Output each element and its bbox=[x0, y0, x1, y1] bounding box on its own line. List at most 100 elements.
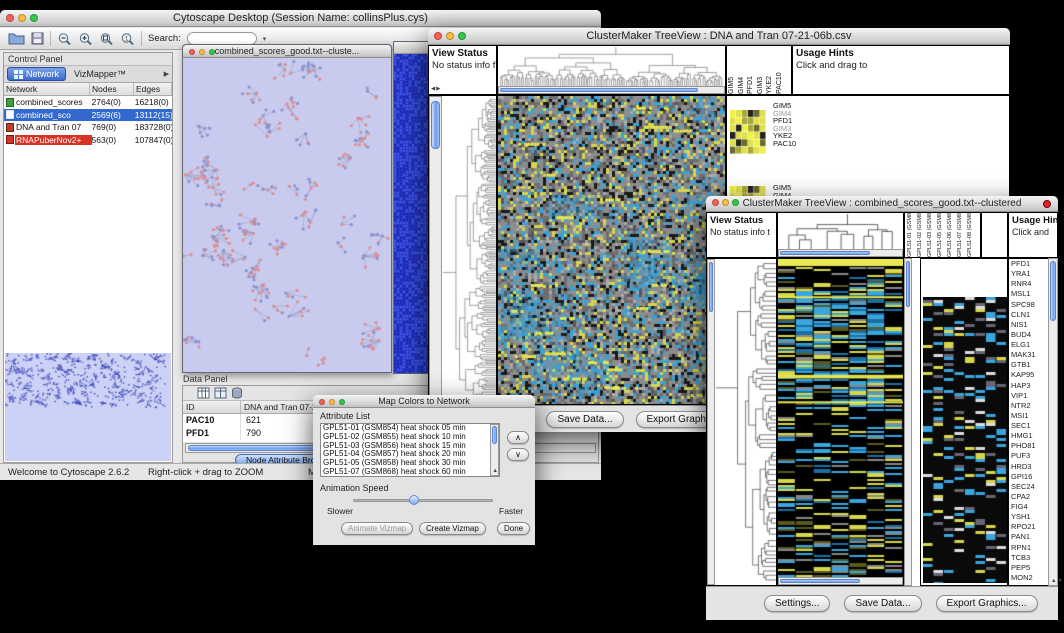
gene-label[interactable]: NIS1 bbox=[1011, 321, 1048, 331]
network-list-row[interactable]: combined_sco 2569(6) 13112(15) bbox=[4, 109, 172, 122]
close-button[interactable] bbox=[319, 399, 325, 405]
attribute-item[interactable]: GPL51-07 (GSM868) heat shock 60 min bbox=[321, 468, 499, 477]
treeview-button[interactable]: Export Graphics... bbox=[936, 595, 1038, 612]
col-id[interactable]: ID bbox=[183, 401, 241, 413]
zoom-button[interactable] bbox=[732, 199, 739, 206]
gene-label[interactable]: PFD1 bbox=[1011, 260, 1048, 270]
gene-labels-vscrollbar[interactable]: ▲▼ bbox=[1048, 258, 1058, 586]
gene-label[interactable]: HRD3 bbox=[1011, 463, 1048, 473]
heatmap-hscrollbar[interactable] bbox=[778, 577, 903, 585]
scrollbar-thumb[interactable] bbox=[780, 579, 860, 583]
scrollbar-thumb[interactable] bbox=[906, 261, 910, 307]
close-button[interactable] bbox=[712, 199, 719, 206]
scroll-arrows[interactable]: ▲▼ bbox=[1051, 578, 1064, 584]
gene-label[interactable]: CLN1 bbox=[1011, 311, 1048, 321]
minimize-button[interactable] bbox=[722, 199, 729, 206]
move-up-button[interactable]: ∧ bbox=[507, 431, 529, 444]
gene-label[interactable]: PAN1 bbox=[1011, 533, 1048, 543]
dialog-title-bar[interactable]: Map Colors to Network bbox=[313, 395, 535, 408]
gene-label[interactable]: FIG4 bbox=[1011, 503, 1048, 513]
database-icon[interactable] bbox=[231, 387, 243, 399]
gene-label[interactable]: MAK31 bbox=[1011, 351, 1048, 361]
panel-menu-arrow-icon[interactable]: ▶ bbox=[164, 70, 169, 78]
save-icon[interactable] bbox=[31, 32, 44, 45]
create-vizmap-button[interactable]: Create Vizmap bbox=[419, 522, 486, 535]
done-button[interactable]: Done bbox=[497, 522, 530, 535]
row-dendrogram-vscrollbar[interactable]: ▲▼ bbox=[429, 96, 442, 404]
minimize-button[interactable] bbox=[446, 32, 454, 40]
network-list-row[interactable]: RNAPuberNov2+ 563(0) 107847(0) bbox=[4, 134, 172, 147]
edge-table-icon[interactable] bbox=[214, 387, 227, 399]
scrollbar-thumb[interactable] bbox=[431, 101, 440, 149]
scrollbar-thumb[interactable] bbox=[500, 88, 698, 92]
zoom-selected-icon[interactable]: 1 bbox=[120, 32, 135, 46]
zoom-in-icon[interactable] bbox=[78, 32, 93, 46]
zoom-out-icon[interactable] bbox=[57, 32, 72, 46]
column-dendrogram-canvas[interactable] bbox=[498, 46, 725, 86]
open-file-icon[interactable] bbox=[8, 32, 25, 45]
network-list-row[interactable]: DNA and Tran 07 769(0) 183728(0) bbox=[4, 121, 172, 134]
gene-label[interactable]: VIP1 bbox=[1011, 392, 1048, 402]
row-dendrogram-canvas[interactable] bbox=[715, 259, 776, 585]
scrollbar-thumb[interactable] bbox=[780, 251, 870, 255]
background-window-title-bar[interactable] bbox=[394, 42, 428, 54]
treeview-combined-title-bar[interactable]: ClusterMaker TreeView : combined_scores_… bbox=[706, 196, 1058, 212]
dense-network-canvas[interactable] bbox=[394, 54, 428, 373]
gene-label[interactable]: TCB3 bbox=[1011, 554, 1048, 564]
tab-vizmapper[interactable]: VizMapper™ bbox=[69, 68, 131, 80]
gene-label[interactable]: MSI1 bbox=[1011, 412, 1048, 422]
network-list-row[interactable]: combined_scores 2764(0) 16218(0) bbox=[4, 96, 172, 109]
treeview-button[interactable]: Save Data... bbox=[546, 411, 623, 428]
gene-label[interactable]: RNR4 bbox=[1011, 280, 1048, 290]
gene-label[interactable]: GPI16 bbox=[1011, 473, 1048, 483]
tab-network[interactable]: Network bbox=[7, 67, 66, 81]
birdseye-view[interactable] bbox=[5, 353, 171, 461]
treeview-button[interactable]: Save Data... bbox=[844, 595, 921, 612]
row-dendrogram-canvas[interactable] bbox=[442, 96, 496, 404]
node-table-icon[interactable] bbox=[197, 387, 210, 399]
network-canvas[interactable] bbox=[183, 58, 391, 372]
heatmap-vscrollbar[interactable] bbox=[904, 258, 912, 586]
column-dendrogram-hscrollbar[interactable] bbox=[498, 86, 725, 94]
col-edges[interactable]: Edges bbox=[134, 83, 172, 95]
gene-label[interactable]: ELG1 bbox=[1011, 341, 1048, 351]
gene-label[interactable]: RPO21 bbox=[1011, 523, 1048, 533]
col-network[interactable]: Network bbox=[4, 83, 90, 95]
slider-thumb[interactable] bbox=[409, 495, 419, 505]
zoom-fit-icon[interactable] bbox=[99, 32, 114, 46]
gene-label[interactable]: HMG1 bbox=[1011, 432, 1048, 442]
scroll-arrows[interactable]: ▲▼ bbox=[493, 468, 501, 474]
minimize-button[interactable] bbox=[199, 49, 205, 55]
treeview-dna-title-bar[interactable]: ClusterMaker TreeView : DNA and Tran 07-… bbox=[428, 28, 1010, 45]
gene-label[interactable]: PHO81 bbox=[1011, 442, 1048, 452]
zoom-button[interactable] bbox=[339, 399, 345, 405]
gene-label[interactable]: BUD4 bbox=[1011, 331, 1048, 341]
gene-label[interactable]: NTR2 bbox=[1011, 402, 1048, 412]
close-button[interactable] bbox=[189, 49, 195, 55]
column-dendrogram-hscrollbar[interactable] bbox=[778, 249, 903, 257]
gene-label[interactable]: SEC24 bbox=[1011, 483, 1048, 493]
column-dendrogram-canvas[interactable] bbox=[778, 213, 903, 249]
minimize-button[interactable] bbox=[329, 399, 335, 405]
scroll-down-icon[interactable]: ▼ bbox=[499, 468, 500, 474]
close-button[interactable] bbox=[434, 32, 442, 40]
heatmap-canvas[interactable] bbox=[498, 96, 725, 404]
scroll-arrows[interactable]: ◀▶ bbox=[431, 86, 441, 92]
gene-label[interactable]: MSL1 bbox=[1011, 290, 1048, 300]
row-dendrogram-vscrollbar[interactable] bbox=[707, 259, 715, 585]
gene-label[interactable]: KAP95 bbox=[1011, 371, 1048, 381]
heatmap-canvas[interactable] bbox=[778, 259, 903, 577]
gene-label[interactable]: YRA1 bbox=[1011, 270, 1048, 280]
scroll-down-icon[interactable]: ▼ bbox=[1057, 578, 1063, 584]
scrollbar-thumb[interactable] bbox=[709, 262, 713, 312]
scrollbar-thumb[interactable] bbox=[1050, 261, 1056, 321]
scrollbar-thumb[interactable] bbox=[492, 426, 497, 444]
treeview-button[interactable]: Settings... bbox=[764, 595, 830, 612]
gene-label[interactable]: SPC98 bbox=[1011, 301, 1048, 311]
gene-label[interactable]: YSH1 bbox=[1011, 513, 1048, 523]
close-button[interactable] bbox=[6, 14, 14, 22]
gene-label[interactable]: CPA2 bbox=[1011, 493, 1048, 503]
minimize-button[interactable] bbox=[18, 14, 26, 22]
gene-label[interactable]: PEP5 bbox=[1011, 564, 1048, 574]
gene-label[interactable]: SEC1 bbox=[1011, 422, 1048, 432]
